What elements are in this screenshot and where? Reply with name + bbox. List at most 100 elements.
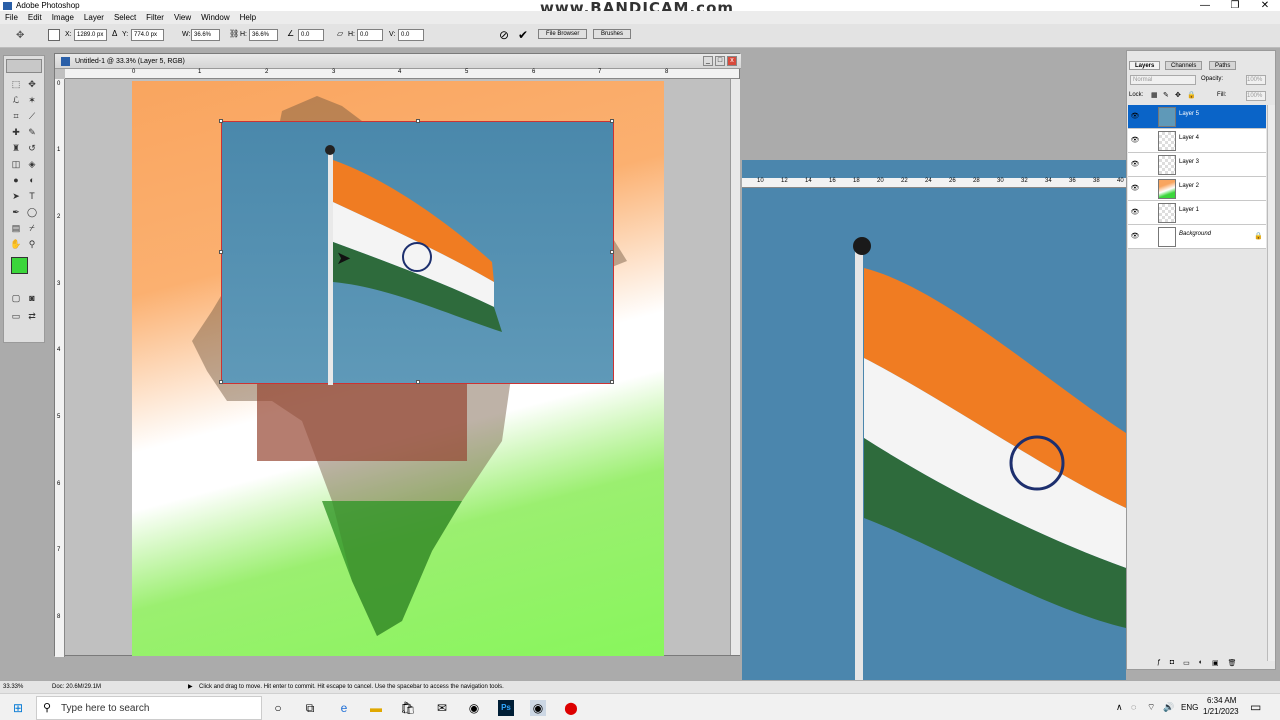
standard-mode-icon[interactable]: ▢ — [10, 292, 22, 304]
visibility-eye-icon[interactable]: 👁 — [1130, 136, 1140, 145]
free-transform-layer[interactable] — [219, 119, 614, 385]
hand-tool-icon[interactable]: ✋ — [10, 238, 22, 250]
visibility-eye-icon[interactable]: 👁 — [1130, 184, 1140, 193]
lock-position-icon[interactable]: ✥ — [1175, 91, 1181, 99]
crop-tool-icon[interactable]: ⌗ — [10, 110, 22, 122]
vertical-ruler[interactable]: 0 1 2 3 4 5 6 7 8 — [55, 79, 65, 657]
path-selection-icon[interactable]: ➤ — [10, 190, 22, 202]
horizontal-ruler[interactable]: 0 1 2 3 4 5 6 7 8 — [65, 69, 739, 79]
marquee-tool-icon[interactable]: ⬚ — [10, 78, 22, 90]
restore-button[interactable]: ❐ — [1220, 0, 1250, 11]
notification-icon[interactable]: ▭ — [1250, 700, 1261, 714]
visibility-eye-icon[interactable]: 👁 — [1130, 232, 1140, 241]
camera-icon[interactable]: ◉ — [466, 700, 482, 716]
tab-paths[interactable]: Paths — [1209, 61, 1237, 70]
y-input[interactable]: 774.0 px — [131, 29, 164, 41]
layer-style-icon[interactable]: ƒ — [1157, 659, 1161, 669]
layer-row-layer-3[interactable]: 👁 Layer 3 — [1128, 153, 1266, 177]
eyedropper-icon[interactable]: ⌿ — [26, 222, 38, 234]
transform-handle[interactable] — [610, 119, 614, 123]
magic-wand-icon[interactable]: ✶ — [26, 94, 38, 106]
layers-scrollbar[interactable] — [1267, 105, 1275, 661]
clock-date[interactable]: 1/21/2023 — [1203, 707, 1239, 716]
menu-help[interactable]: Help — [235, 11, 261, 24]
lock-image-icon[interactable]: ✎ — [1163, 91, 1169, 99]
wifi-icon[interactable]: ⌔ — [1147, 702, 1155, 713]
move-tool-icon[interactable]: ✥ — [26, 78, 38, 90]
show-hidden-icons[interactable]: ∧ — [1116, 702, 1123, 713]
cortana-icon[interactable]: ○ — [270, 700, 286, 716]
blur-tool-icon[interactable]: ● — [10, 174, 22, 186]
language-indicator[interactable]: ENG — [1181, 703, 1198, 712]
transform-handle[interactable] — [219, 250, 223, 254]
second-document-window[interactable]: 10 12 14 16 18 20 22 24 26 28 30 32 34 3… — [742, 160, 1126, 680]
menu-file[interactable]: File — [0, 11, 23, 24]
reference-point-icon[interactable] — [48, 29, 60, 41]
record-icon[interactable]: ⬤ — [563, 700, 579, 716]
tab-channels[interactable]: Channels — [1165, 61, 1203, 70]
zoom-level[interactable]: 33.33% — [3, 681, 23, 693]
dodge-tool-icon[interactable]: ◐ — [26, 174, 38, 186]
rotate-input[interactable]: 0.0 — [298, 29, 324, 41]
type-tool-icon[interactable]: T — [26, 190, 38, 202]
edge-browser-icon[interactable]: e — [336, 700, 352, 716]
menu-window[interactable]: Window — [196, 11, 234, 24]
quick-mask-icon[interactable]: ◙ — [26, 292, 38, 304]
menu-filter[interactable]: Filter — [141, 11, 169, 24]
pen-tool-icon[interactable]: ✒ — [10, 206, 22, 218]
mail-icon[interactable]: ✉ — [434, 700, 450, 716]
screen-mode-icon[interactable]: ▭ — [10, 310, 22, 322]
lasso-tool-icon[interactable]: ℒ — [10, 94, 22, 106]
visibility-eye-icon[interactable]: 👁 — [1130, 112, 1140, 121]
history-brush-icon[interactable]: ↺ — [26, 142, 38, 154]
foreground-color-swatch[interactable] — [11, 257, 28, 274]
zoom-tool-icon[interactable]: ⚲ — [26, 238, 38, 250]
jump-to-imageready-icon[interactable]: ⇄ — [26, 310, 38, 322]
transform-handle[interactable] — [610, 380, 614, 384]
transform-handle[interactable] — [219, 380, 223, 384]
paint-bucket-icon[interactable]: ◈ — [26, 158, 38, 170]
transform-handle[interactable] — [416, 119, 420, 123]
shape-tool-icon[interactable]: ◯ — [26, 206, 38, 218]
blend-mode-select[interactable]: Normal — [1130, 75, 1196, 85]
tab-layers[interactable]: Layers — [1129, 61, 1161, 70]
layer-row-layer-5[interactable]: 👁 Layer 5 — [1128, 105, 1266, 129]
menu-view[interactable]: View — [169, 11, 196, 24]
layer-mask-icon[interactable]: ◘ — [1170, 659, 1174, 669]
file-browser-tab[interactable]: File Browser — [538, 29, 588, 39]
v-skew-input[interactable]: 0.0 — [398, 29, 424, 41]
link-icon[interactable]: ⛓ — [229, 29, 239, 38]
h-skew-input[interactable]: 0.0 — [357, 29, 383, 41]
document-title-bar[interactable]: Untitled-1 @ 33.3% (Layer 5, RGB) _ □ x — [55, 54, 741, 69]
doc-maximize-button[interactable]: □ — [715, 56, 725, 66]
doc-minimize-button[interactable]: _ — [703, 56, 713, 66]
transform-handle[interactable] — [219, 119, 223, 123]
windows-start-icon[interactable]: ⊞ — [10, 700, 26, 716]
relative-position-icon[interactable]: Δ — [112, 29, 117, 38]
delete-layer-icon[interactable]: 🗑 — [1228, 659, 1237, 669]
notes-tool-icon[interactable]: ▤ — [10, 222, 22, 234]
brushes-tab[interactable]: Brushes — [593, 29, 632, 39]
second-horizontal-ruler[interactable]: 10 12 14 16 18 20 22 24 26 28 30 32 34 3… — [742, 178, 1126, 188]
menu-image[interactable]: Image — [47, 11, 79, 24]
cancel-transform-icon[interactable]: ⊘ — [499, 28, 509, 42]
network-icon[interactable]: ◌ — [1131, 702, 1136, 712]
clock-time[interactable]: 6:34 AM — [1207, 696, 1236, 705]
height-input[interactable]: 36.6% — [249, 29, 278, 41]
slice-tool-icon[interactable]: ⟋ — [26, 110, 38, 122]
layer-row-layer-2[interactable]: 👁 Layer 2 — [1128, 177, 1266, 201]
layer-row-layer-1[interactable]: 👁 Layer 1 — [1128, 201, 1266, 225]
lock-all-icon[interactable]: 🔒 — [1187, 91, 1196, 99]
menu-select[interactable]: Select — [109, 11, 141, 24]
fill-input[interactable]: 100% — [1246, 91, 1266, 101]
menu-edit[interactable]: Edit — [23, 11, 47, 24]
adobe-online-icon[interactable] — [6, 59, 42, 73]
commit-transform-icon[interactable]: ✔ — [518, 28, 528, 42]
volume-icon[interactable]: 🔊 — [1163, 702, 1174, 713]
bandicam-taskbar-icon[interactable]: ◉ — [530, 700, 546, 716]
eraser-tool-icon[interactable]: ◫ — [10, 158, 22, 170]
clone-stamp-icon[interactable]: ♜ — [10, 142, 22, 154]
close-button[interactable]: ✕ — [1250, 0, 1280, 11]
healing-brush-icon[interactable]: ✚ — [10, 126, 22, 138]
brush-tool-icon[interactable]: ✎ — [26, 126, 38, 138]
